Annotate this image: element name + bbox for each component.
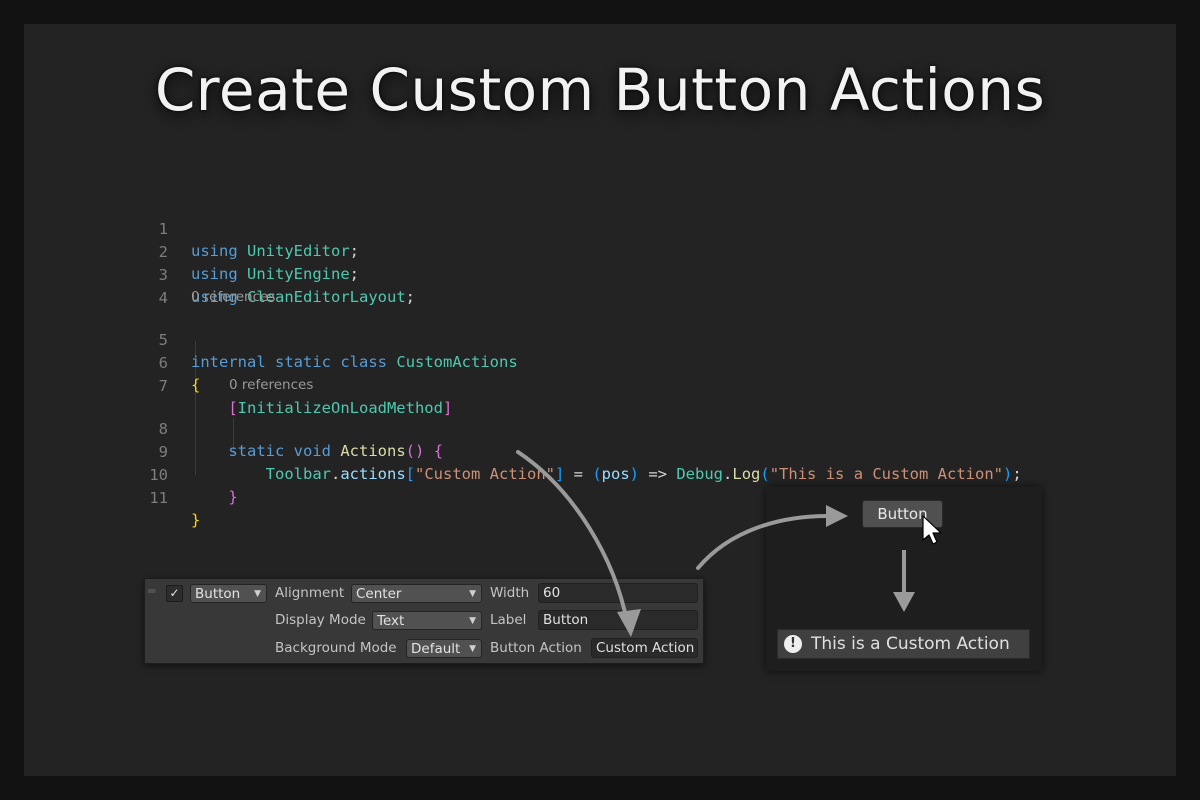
arrow-code-to-field [516,450,629,624]
annotation-overlay [516,450,942,637]
cursor-icon [922,515,942,545]
arrow-head [893,592,915,612]
arrow-head [617,609,641,637]
arrow-head [826,505,848,527]
arrow-panel-to-button [696,514,830,570]
